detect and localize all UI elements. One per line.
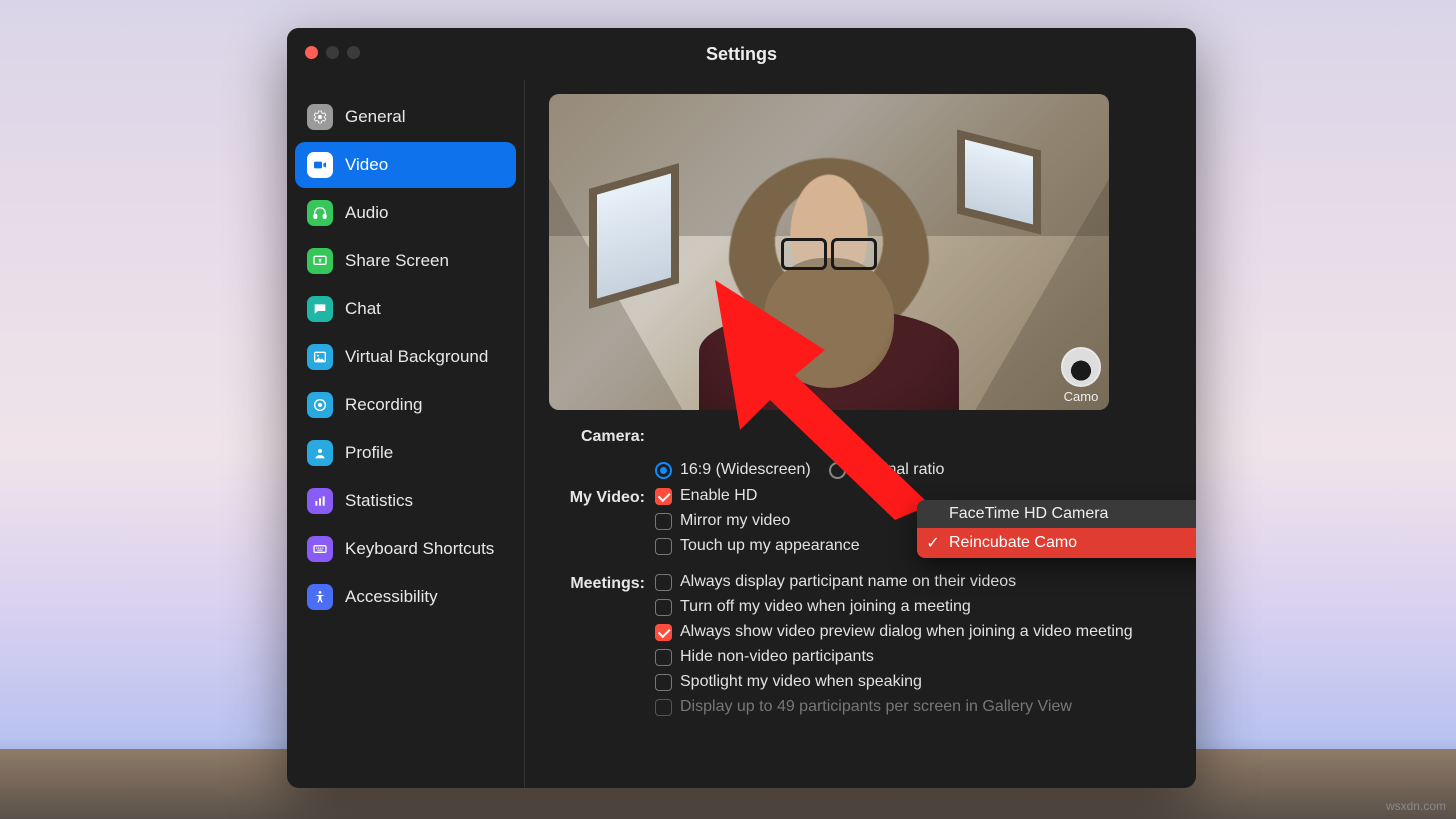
minimize-button[interactable] [326, 46, 339, 59]
camera-row: Camera: 16:9 (Widescreen) Original ratio [549, 422, 1172, 479]
aspect-ratio-widescreen[interactable]: 16:9 (Widescreen) [655, 461, 811, 479]
sidebar-item-share-screen[interactable]: Share Screen [295, 238, 516, 284]
sidebar-item-label: Audio [345, 203, 388, 223]
sidebar-item-statistics[interactable]: Statistics [295, 478, 516, 524]
checkbox-gallery-49: Display up to 49 participants per screen… [655, 698, 1172, 716]
checkbox-label: Spotlight my video when speaking [680, 673, 922, 691]
radio-icon [655, 462, 672, 479]
sidebar-item-label: Profile [345, 443, 393, 463]
share-screen-icon [307, 248, 333, 274]
aspect-ratio-original[interactable]: Original ratio [829, 461, 945, 479]
camo-watermark: Camo [1061, 347, 1101, 404]
sidebar-item-chat[interactable]: Chat [295, 286, 516, 332]
sidebar-item-virtual-background[interactable]: Virtual Background [295, 334, 516, 380]
dropdown-option-label: Reincubate Camo [949, 534, 1077, 552]
sidebar-item-recording[interactable]: Recording [295, 382, 516, 428]
radio-label: 16:9 (Widescreen) [680, 461, 811, 479]
checkbox-icon [655, 699, 672, 716]
checkbox-icon [655, 649, 672, 666]
video-settings-form: Camera: 16:9 (Widescreen) Original ratio [549, 422, 1172, 716]
checkbox-spotlight[interactable]: Spotlight my video when speaking [655, 673, 1172, 691]
sidebar-item-label: Accessibility [345, 587, 438, 607]
check-icon: ✓ [925, 533, 941, 553]
sidebar-item-general[interactable]: General [295, 94, 516, 140]
maximize-button[interactable] [347, 46, 360, 59]
sidebar-item-profile[interactable]: Profile [295, 430, 516, 476]
checkbox-label: Always show video preview dialog when jo… [680, 623, 1133, 641]
page-watermark: wsxdn.com [1386, 799, 1446, 813]
image-icon [307, 344, 333, 370]
sidebar-item-video[interactable]: Video [295, 142, 516, 188]
radio-icon [829, 462, 846, 479]
preview-person [699, 158, 959, 410]
settings-panel-video: Camo Camera: 16:9 (Widescreen) [525, 80, 1196, 788]
checkbox-label: Turn off my video when joining a meeting [680, 598, 971, 616]
sidebar-item-label: Share Screen [345, 251, 449, 271]
window-body: General Video Audio Share Screen [287, 80, 1196, 788]
checkbox-icon [655, 599, 672, 616]
my-video-label: My Video: [549, 483, 645, 507]
sidebar-item-audio[interactable]: Audio [295, 190, 516, 236]
titlebar: Settings [287, 28, 1196, 80]
checkbox-icon [655, 624, 672, 641]
checkbox-icon [655, 488, 672, 505]
camera-option-reincubate-camo[interactable]: ✓ Reincubate Camo [917, 528, 1196, 558]
radio-label: Original ratio [854, 461, 945, 479]
record-icon [307, 392, 333, 418]
sidebar-item-label: Statistics [345, 491, 413, 511]
checkbox-label: Touch up my appearance [680, 537, 860, 555]
person-icon [307, 440, 333, 466]
checkbox-label: Mirror my video [680, 512, 790, 530]
camera-dropdown[interactable]: FaceTime HD Camera ✓ Reincubate Camo [917, 500, 1196, 558]
checkbox-icon [655, 574, 672, 591]
window-controls [305, 46, 360, 59]
keyboard-icon [307, 536, 333, 562]
window-title: Settings [706, 44, 777, 65]
sidebar-item-label: Video [345, 155, 388, 175]
checkbox-label: Enable HD [680, 487, 757, 505]
chat-bubble-icon [307, 296, 333, 322]
sidebar-item-label: Chat [345, 299, 381, 319]
bar-chart-icon [307, 488, 333, 514]
gear-icon [307, 104, 333, 130]
sidebar-item-accessibility[interactable]: Accessibility [295, 574, 516, 620]
checkbox-label: Always display participant name on their… [680, 573, 1016, 591]
camo-watermark-label: Camo [1061, 389, 1101, 404]
camo-logo-icon [1061, 347, 1101, 387]
sidebar-item-keyboard-shortcuts[interactable]: Keyboard Shortcuts [295, 526, 516, 572]
checkbox-hide-nonvideo[interactable]: Hide non-video participants [655, 648, 1172, 666]
meetings-row: Meetings: Always display participant nam… [549, 569, 1172, 716]
checkbox-label: Hide non-video participants [680, 648, 874, 666]
settings-window: Settings General Video Audio [287, 28, 1196, 788]
camera-select-placeholder[interactable] [655, 426, 1172, 454]
video-preview: Camo [549, 94, 1109, 410]
sidebar-item-label: General [345, 107, 405, 127]
sidebar-item-label: Recording [345, 395, 423, 415]
settings-sidebar: General Video Audio Share Screen [287, 80, 525, 788]
close-button[interactable] [305, 46, 318, 59]
sidebar-item-label: Virtual Background [345, 347, 488, 367]
checkbox-preview-dialog[interactable]: Always show video preview dialog when jo… [655, 623, 1172, 641]
checkbox-turn-off-join[interactable]: Turn off my video when joining a meeting [655, 598, 1172, 616]
checkbox-label: Display up to 49 participants per screen… [680, 698, 1072, 716]
video-camera-icon [307, 152, 333, 178]
checkbox-icon [655, 674, 672, 691]
checkbox-icon [655, 513, 672, 530]
accessibility-icon [307, 584, 333, 610]
sidebar-item-label: Keyboard Shortcuts [345, 539, 494, 559]
camera-label: Camera: [549, 422, 645, 446]
headphones-icon [307, 200, 333, 226]
checkbox-display-name[interactable]: Always display participant name on their… [655, 573, 1172, 591]
meetings-label: Meetings: [549, 569, 645, 593]
checkbox-icon [655, 538, 672, 555]
